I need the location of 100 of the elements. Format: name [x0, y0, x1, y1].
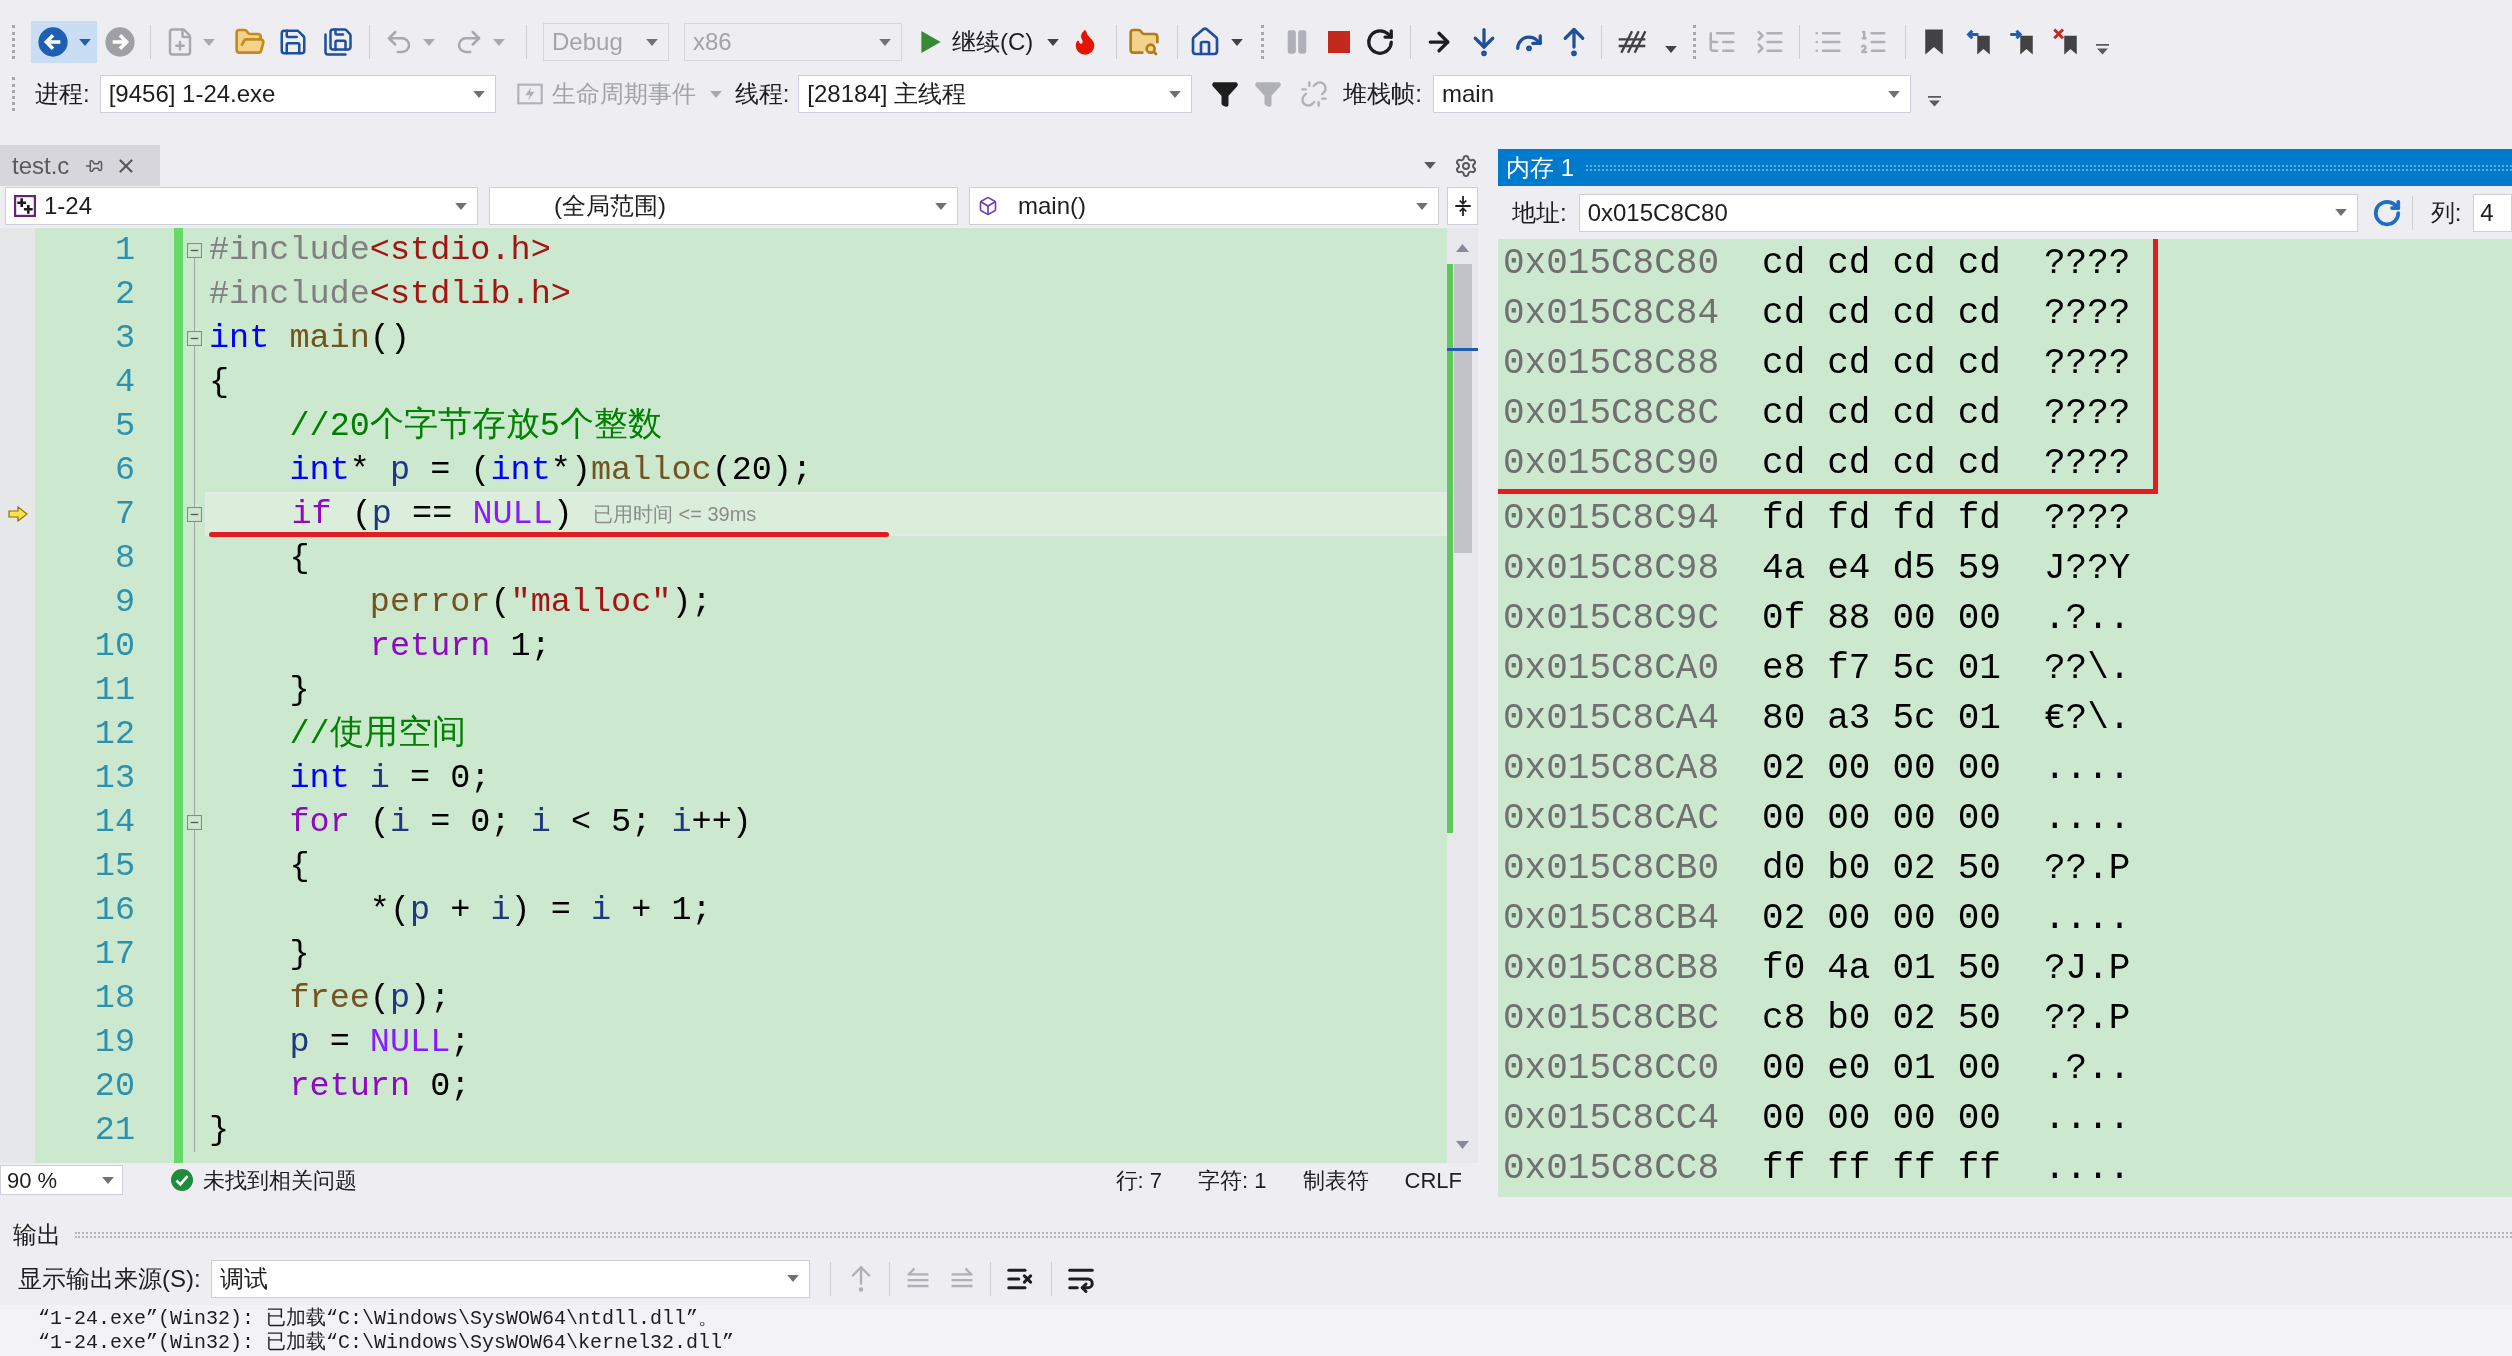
toolbar-grip[interactable] [1693, 25, 1698, 59]
caret-icon[interactable] [1665, 45, 1678, 53]
panel-grip[interactable] [75, 1232, 2512, 1238]
scrollbar-thumb[interactable] [1454, 264, 1472, 553]
caret-icon[interactable] [1169, 90, 1182, 98]
indentation-indicator[interactable]: 制表符 [1302, 1163, 1369, 1197]
line-number: 13 [94, 757, 135, 799]
save-all-icon[interactable] [323, 27, 353, 57]
line-number: 8 [114, 537, 135, 579]
memory-byte: cd [1892, 392, 1936, 436]
overflow-icon[interactable] [2096, 43, 2110, 55]
memory-address: 0x015C8CA4 [1503, 697, 1720, 741]
stop-icon[interactable] [1328, 31, 1351, 53]
memory-text: €?\. [2043, 697, 2131, 741]
memory-byte: 5c [1892, 647, 1936, 691]
memory-byte: 01 [1957, 697, 2001, 741]
cube-icon [978, 196, 998, 216]
character-indicator[interactable]: 字符: 1 [1198, 1163, 1267, 1197]
memory-byte: cd [1827, 342, 1871, 386]
caret-icon[interactable] [935, 202, 947, 210]
memory-byte: 4a [1827, 947, 1871, 991]
memory-byte: f0 [1762, 947, 1806, 991]
line-ending-indicator[interactable]: CRLF [1404, 1163, 1462, 1197]
memory-text: .... [2043, 897, 2131, 941]
back-button[interactable] [31, 21, 97, 63]
funnel-icon[interactable] [1211, 80, 1240, 108]
memory-byte: cd [1762, 442, 1806, 486]
stack-frame-dropdown[interactable]: main [1433, 75, 1911, 113]
collapse-icon[interactable] [186, 506, 202, 522]
code-line: #include<stdio.h> [209, 229, 551, 271]
memory-byte: f7 [1827, 647, 1871, 691]
line-number: 14 [94, 801, 135, 843]
memory-address: 0x015C8CB0 [1503, 847, 1720, 891]
folder-search-icon[interactable] [1128, 26, 1161, 58]
memory-address: 0x015C8CA8 [1503, 747, 1720, 791]
arrows-to-line-icon [1453, 195, 1472, 217]
collapse-icon[interactable] [186, 814, 202, 830]
caret-icon[interactable] [786, 1275, 799, 1282]
toolbar-grip[interactable] [12, 77, 16, 111]
collapse-icon[interactable] [186, 330, 202, 346]
toolbar-grip[interactable] [1261, 25, 1266, 59]
member-dropdown[interactable]: main() [969, 187, 1439, 225]
thread-dropdown[interactable]: [28184] 主线程 [798, 75, 1193, 113]
line-number: 5 [114, 405, 135, 447]
memory-byte: 59 [1957, 547, 2001, 591]
collapse-icon[interactable] [186, 242, 202, 258]
memory-byte: ff [1762, 1147, 1806, 1191]
code-line: p = NULL; [289, 1021, 471, 1063]
memory-address: 0x015C8C8C [1503, 392, 1720, 436]
caret-icon[interactable] [1416, 202, 1428, 210]
memory-text: J??Y [2043, 547, 2131, 591]
save-icon[interactable] [278, 27, 308, 57]
settings-icon[interactable] [1454, 153, 1478, 178]
scope-dropdown[interactable]: (全局范围) [489, 187, 958, 225]
memory-text: .... [2043, 1147, 2131, 1191]
circular-arrow-icon[interactable] [1365, 27, 1396, 57]
caret-icon[interactable] [79, 38, 91, 46]
address-field[interactable]: 0x015C8C80 [1578, 193, 2358, 232]
toolbar-grip[interactable] [12, 25, 16, 59]
memory-byte: 50 [1957, 947, 2001, 991]
caret-icon[interactable] [1231, 38, 1244, 46]
memory-byte: cd [1892, 242, 1936, 286]
split-window-button[interactable] [1447, 187, 1478, 225]
caret-icon[interactable] [472, 90, 485, 98]
caret-icon[interactable] [2334, 209, 2347, 216]
scroll-down-icon[interactable] [1456, 1141, 1469, 1149]
process-label: 进程: [35, 79, 90, 109]
refresh-icon[interactable] [2371, 197, 2402, 228]
columns-field[interactable]: 4 [2473, 193, 2512, 232]
scroll-up-icon[interactable] [1456, 244, 1469, 252]
caret-icon[interactable] [1888, 90, 1900, 98]
caret-icon[interactable] [102, 1176, 114, 1184]
caret-icon[interactable] [1047, 38, 1060, 46]
memory-byte: 88 [1827, 597, 1871, 641]
file-tab[interactable]: test.c [0, 145, 160, 186]
code-line: for (i = 0; i < 5; i++) [289, 801, 752, 843]
memory-byte: cd [1827, 242, 1871, 286]
caret-icon[interactable] [455, 202, 467, 210]
scrollbar-track[interactable] [1447, 228, 1478, 1163]
continue-button[interactable]: 继续(C) [914, 21, 1040, 63]
memory-text: ???? [2043, 292, 2131, 336]
memory-text: ??\. [2043, 647, 2131, 691]
line-indicator[interactable]: 行: 7 [1115, 1163, 1163, 1197]
project-dropdown[interactable]: 1-24 [5, 187, 478, 225]
memory-text: ?J.P [2043, 947, 2131, 991]
zoom-dropdown[interactable]: 90 % [0, 1165, 123, 1195]
process-dropdown[interactable]: [9456] 1-24.exe [99, 75, 496, 113]
caret-icon[interactable] [1424, 162, 1436, 169]
overflow-icon[interactable] [1928, 95, 1941, 107]
memory-title-bar[interactable]: 内存 1 [1498, 149, 2512, 186]
output-line: “1-24.exe”(Win32): 已加载“C:\Windows\SysWOW64\ntdll.dll”。 [38, 1307, 719, 1331]
code-line: int main() [209, 317, 411, 359]
memory-byte: 00 [1762, 797, 1806, 841]
output-source-dropdown[interactable]: 调试 [210, 1259, 810, 1298]
check-icon [171, 1169, 193, 1191]
line-number: 21 [94, 1109, 135, 1151]
code-line: perror("malloc"); [369, 581, 712, 623]
issues-status[interactable]: 未找到相关问题 [203, 1163, 357, 1197]
memory-text: ???? [2043, 497, 2131, 541]
output-text-area[interactable]: “1-24.exe”(Win32): 已加载“C:\Windows\SysWOW64\ntdll.dll”。 “1-24.exe”(Win32): 已加载“C:\Windows\SysWOW64\kernel32.dll” [0, 1305, 2512, 1356]
